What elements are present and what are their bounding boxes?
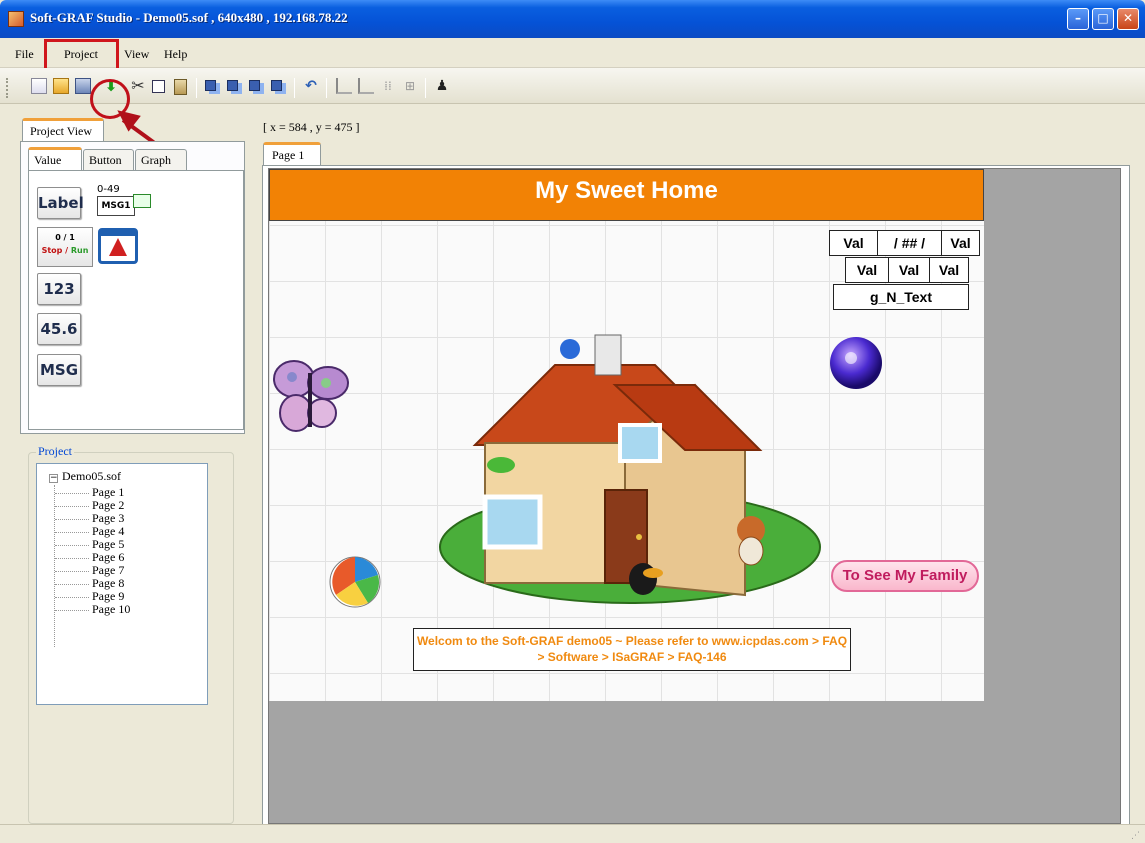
tab-value[interactable]: Value: [28, 147, 82, 171]
value-cell[interactable]: Val: [941, 230, 980, 256]
beach-ball-image[interactable]: [328, 555, 382, 609]
see-family-button[interactable]: To See My Family: [831, 560, 979, 592]
text-value-cell[interactable]: g_N_Text: [833, 284, 969, 310]
paste-icon[interactable]: [174, 79, 187, 95]
close-button[interactable]: ✕: [1117, 8, 1139, 30]
align-left-icon[interactable]: [336, 78, 352, 94]
tree-root[interactable]: − Demo05.sof: [49, 469, 121, 484]
msg-label: MSG1: [97, 196, 135, 216]
tab-page-1[interactable]: Page 1: [263, 142, 321, 166]
send-back-icon[interactable]: [227, 80, 238, 91]
bring-front-icon[interactable]: [205, 80, 216, 91]
toolbar-grip[interactable]: [6, 78, 9, 98]
stop-run-top: 0 / 1: [55, 233, 75, 242]
bring-forward-icon[interactable]: [249, 80, 260, 91]
copy-icon[interactable]: [152, 80, 165, 93]
message-tool-button[interactable]: MSG: [37, 354, 81, 386]
tree-root-label: Demo05.sof: [62, 469, 121, 483]
menu-bar: File Project View Help: [0, 38, 1145, 68]
resize-grip-icon[interactable]: ⋰: [1131, 831, 1141, 841]
app-icon: [8, 11, 24, 27]
title-bar: Soft-GRAF Studio - Demo05.sof , 640x480 …: [0, 0, 1145, 38]
warning-icon: [109, 238, 127, 256]
cut-icon[interactable]: ✂: [130, 78, 146, 94]
tab-project-view[interactable]: Project View: [22, 118, 104, 142]
value-cell[interactable]: Val: [829, 230, 878, 256]
value-format-cell[interactable]: / ## /: [877, 230, 942, 256]
align-right-icon[interactable]: [358, 78, 374, 94]
stop-run-labels: Stop / Run: [41, 246, 89, 255]
value-cell[interactable]: Val: [888, 257, 930, 283]
stop-run-tool-button[interactable]: 0 / 1 Stop / Run: [37, 227, 93, 267]
message-list-tool-button[interactable]: 0-49 MSG1: [97, 184, 153, 222]
project-tree: − Demo05.sof Page 1 Page 2 Page 3 Page 4 …: [36, 463, 208, 705]
save-icon[interactable]: [75, 78, 91, 94]
tab-button[interactable]: Button: [83, 149, 134, 171]
grid-toggle-icon[interactable]: ⊞: [402, 78, 418, 94]
banner-title: My Sweet Home: [535, 177, 718, 204]
menu-help[interactable]: Help: [164, 47, 187, 62]
value-cell[interactable]: Val: [845, 257, 889, 283]
status-bar: ⋰: [0, 824, 1145, 843]
float-tool-button[interactable]: 45.6: [37, 313, 81, 345]
new-icon[interactable]: [31, 78, 47, 94]
collapse-icon: −: [49, 473, 58, 483]
toolbar-separator: [326, 78, 327, 98]
label-tool-button[interactable]: Label: [37, 187, 84, 219]
toolbar-separator: [425, 78, 426, 98]
menu-view[interactable]: View: [124, 47, 149, 62]
cursor-coordinates: [ x = 584 , y = 475 ]: [263, 120, 360, 134]
open-icon[interactable]: [53, 78, 69, 94]
butterfly-image[interactable]: [270, 355, 355, 445]
toolbar: ⬇ ✂ ↶ ⁞⁞ ⊞ ♟: [0, 68, 1145, 104]
window-title: Soft-GRAF Studio - Demo05.sof , 640x480 …: [30, 10, 348, 25]
grid-icon[interactable]: ⁞⁞: [380, 78, 396, 94]
msg-range-label: 0-49: [97, 184, 120, 195]
house-image[interactable]: [415, 325, 835, 615]
project-menu-highlight: [44, 39, 119, 71]
project-group-legend: Project: [36, 444, 74, 459]
minimize-button[interactable]: –: [1067, 8, 1089, 30]
tab-graph[interactable]: Graph: [135, 149, 187, 171]
value-cell[interactable]: Val: [929, 257, 969, 283]
undo-icon[interactable]: ↶: [303, 78, 319, 94]
toolbar-separator: [196, 78, 197, 98]
integer-tool-button[interactable]: 123: [37, 273, 81, 305]
menu-file[interactable]: File: [15, 47, 42, 62]
tree-item-page-10[interactable]: Page 10: [55, 603, 130, 616]
run-icon[interactable]: ♟: [434, 78, 450, 94]
maximize-button[interactable]: □: [1092, 8, 1114, 30]
send-backward-icon[interactable]: [271, 80, 282, 91]
crystal-ball-image[interactable]: [829, 336, 885, 392]
alarm-calendar-icon[interactable]: [98, 228, 138, 264]
welcome-text-box[interactable]: Welcom to the Soft-GRAF demo05 ~ Please …: [413, 628, 851, 671]
msg-stack-icon: [133, 194, 151, 208]
toolbar-separator: [294, 78, 295, 98]
